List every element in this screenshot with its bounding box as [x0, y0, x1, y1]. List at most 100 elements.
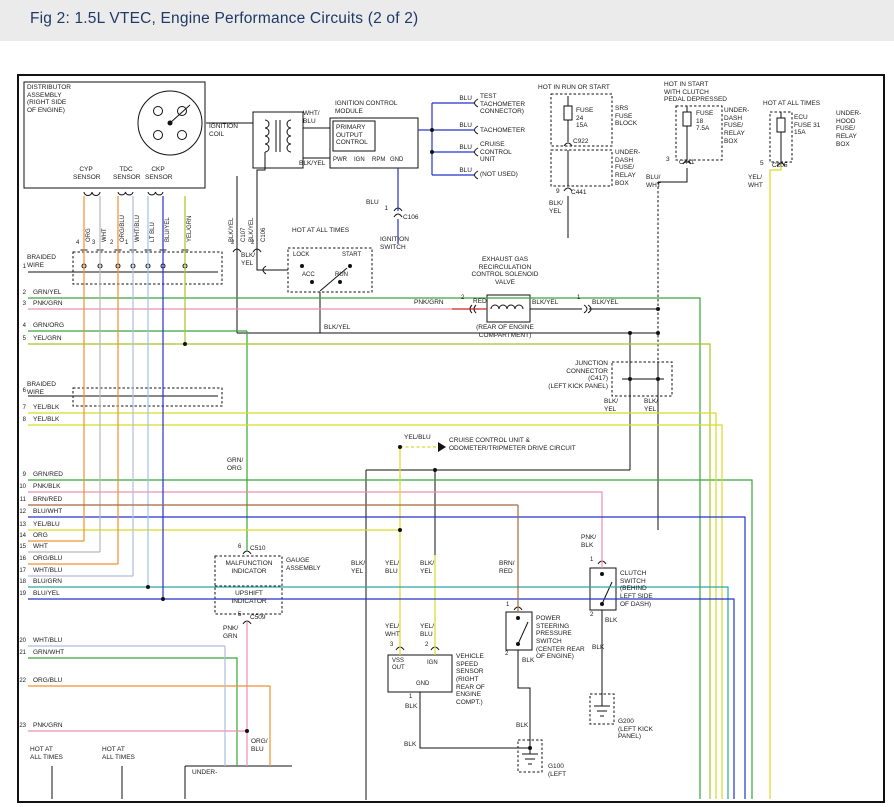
yel-blu-label: YEL/ BLU	[420, 623, 434, 638]
braided-wire-label: BRAIDED WIRE	[27, 254, 56, 269]
wire-row-number: 10	[16, 484, 26, 491]
pin-number: 6	[238, 544, 241, 551]
blu-label: BLU	[456, 122, 472, 130]
ground-g200-icon	[594, 694, 610, 716]
connector-c510-label: C510	[250, 545, 266, 553]
blk-yel-label: BLK/ YEL	[604, 398, 618, 413]
cyp-sensor-label: CYP SENSOR	[73, 166, 99, 181]
connector-c205-label: C205	[772, 162, 788, 170]
blu-wht-label: BLU/ WHT	[646, 174, 661, 189]
blu-label: BLU	[366, 199, 379, 207]
wire-row-number: 14	[16, 533, 26, 540]
wire-row-number: 17	[16, 568, 26, 575]
blk-yel-label: BLK/ YEL	[420, 560, 434, 575]
pnk-grn-label: PNK/GRN	[414, 299, 444, 307]
ckp-sensor-label: CKP SENSOR	[145, 166, 171, 181]
vss-ign-label: IGN	[427, 660, 438, 667]
pin-number: 2	[590, 612, 593, 619]
wire-row-label: GRN/YEL	[33, 289, 62, 297]
pin-number: 4	[76, 240, 79, 247]
wire-row-number: 11	[16, 497, 26, 504]
connector-c441-label: C441	[571, 189, 587, 197]
wire-row-label: GRN/WHT	[33, 649, 64, 657]
wire-row-number: 12	[16, 509, 26, 516]
upshift-indicator-label: UPSHIFT INDICATOR	[220, 590, 278, 605]
under-box-label: UNDER-	[192, 769, 217, 777]
pin-number: 3	[666, 156, 670, 164]
wiring-diagram-svg	[0, 0, 894, 807]
wire-row-number: 20	[16, 638, 26, 645]
pin-number: 2	[505, 651, 508, 658]
cruise-arrow-icon	[438, 442, 446, 452]
blk-yel-label: BLK/YEL	[592, 299, 618, 307]
fuse-24-label: FUSE 24 15A	[576, 107, 593, 130]
wht-blu-label: WHT/ BLU	[303, 110, 320, 125]
test-tachometer-connector-label: TEST TACHOMETER CONNECTOR)	[480, 93, 525, 116]
wire-row-label: WHT/BLU	[33, 637, 62, 645]
not-used-label: (NOT USED)	[480, 171, 518, 179]
blk-yel-label: BLK/ YEL	[644, 398, 658, 413]
malfunction-indicator-label: MALFUNCTION INDICATOR	[217, 560, 281, 575]
wire-row-label: ORG	[33, 532, 48, 540]
ignition-coil-box	[253, 112, 303, 168]
wire-row-label: BLU/GRN	[33, 578, 62, 586]
blk-yel-label: BLK/YEL	[532, 299, 558, 307]
wire-row-label: BRN/RED	[33, 496, 62, 504]
wire-row-number: 3	[16, 301, 26, 308]
blk-label: BLK	[605, 617, 617, 625]
cruise-odometer-note: CRUISE CONTROL UNIT & ODOMETER/TRIPMETER…	[449, 437, 576, 452]
wire-row-label: PNK/BLK	[33, 483, 60, 491]
pin-number: 2	[231, 240, 234, 247]
pin-gnd-label: GND	[390, 157, 403, 164]
wire-row-label: PNK/GRN	[33, 722, 63, 730]
under-dash-box-label: UNDER- DASH FUSE/ RELAY BOX	[615, 149, 640, 187]
blk-yel-label: BLK/ YEL	[351, 560, 365, 575]
ignition-switch-label: IGNITION SWITCH	[380, 236, 409, 251]
wire-row-number: 15	[16, 544, 26, 551]
wire-row-label: BLU/WHT	[33, 508, 62, 516]
egr-location-label: (REAR OF ENGINE COMPARTMENT)	[464, 324, 546, 339]
wire-row-number: 13	[16, 522, 26, 529]
junction-connector-label: JUNCTION CONNECTOR (C417) (LEFT KICK PAN…	[546, 360, 608, 391]
run-position-label: RUN	[335, 272, 348, 279]
tdc-sensor-label: TDC SENSOR	[113, 166, 139, 181]
wire-row-number: 18	[16, 579, 26, 586]
blu-label: BLU	[456, 144, 472, 152]
blk-label: BLK	[592, 644, 604, 652]
wire-row-label: WHT	[33, 543, 48, 551]
wire-color-label: LT BLU	[150, 222, 156, 242]
pin-number: 3	[92, 240, 95, 247]
wire-row-label: BLU/YEL	[33, 590, 60, 598]
wires-teal	[28, 587, 728, 799]
pin-pwr-label: PWR	[333, 157, 347, 164]
vss-out-label: VSS OUT	[392, 658, 405, 672]
connector-c107-label: C107	[241, 228, 247, 242]
wire-row-number: 8	[16, 417, 26, 424]
pnk-grn-label: PNK/ GRN	[223, 625, 238, 640]
blk-label: BLK	[405, 703, 417, 711]
pin-number: 9	[556, 188, 560, 196]
blu-label: BLU	[456, 95, 472, 103]
pin-number: 2	[461, 295, 464, 302]
yel-blu-label: YEL/ BLU	[385, 560, 399, 575]
wire-row-label: YEL/BLK	[33, 416, 59, 424]
wire-color-label: ORG/BLU	[120, 215, 126, 242]
wire-row-label: WHT/BLU	[33, 567, 62, 575]
connector-c106-label: C106	[403, 214, 419, 222]
blk-yel-label: BLK/ YEL	[241, 252, 255, 267]
dashed-boxes	[73, 94, 792, 772]
pin-number: 5	[238, 612, 241, 619]
ecu-fuse-31-label: ECU FUSE 31 15A	[794, 114, 820, 137]
under-dash-box	[551, 150, 612, 186]
wire-row-label: GRN/ORG	[33, 322, 64, 330]
lock-position-label: LOCK	[293, 252, 309, 259]
tachometer-label: TACHOMETER	[480, 127, 525, 135]
pin-number: 2	[425, 642, 428, 649]
pin-number: 2	[110, 240, 113, 247]
blu-label: BLU	[456, 167, 472, 175]
fuse-24-icon	[564, 106, 572, 120]
connector-c509-label: C509	[250, 614, 266, 622]
wiring-diagram-page: Fig 2: 1.5L VTEC, Engine Performance Cir…	[0, 0, 894, 807]
vss-gnd-label: GND	[416, 681, 429, 688]
wire-row-number: 19	[16, 591, 26, 598]
